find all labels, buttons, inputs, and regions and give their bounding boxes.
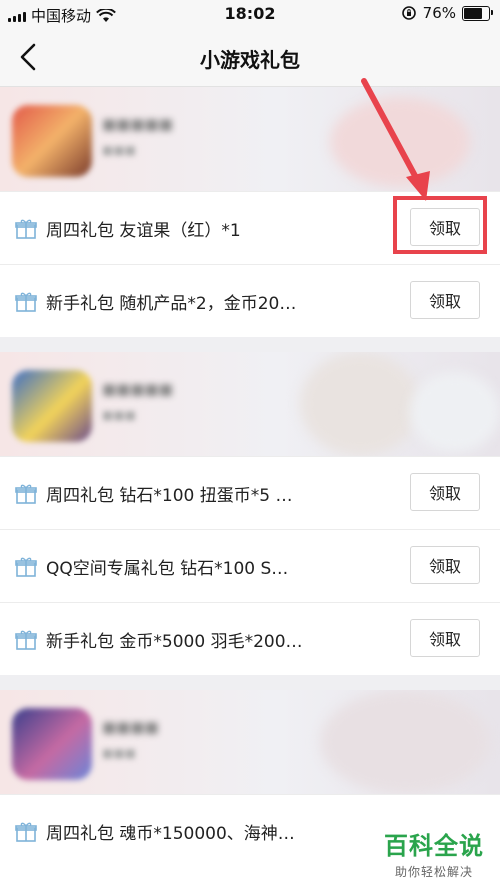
status-bar: 中国移动 18:02 76% — [0, 0, 500, 28]
watermark-title: 百科全说 — [384, 832, 484, 860]
gift-row: 新手礼包 金币*5000 羽毛*200… 领取 — [0, 602, 500, 675]
gift-row: 新手礼包 随机产品*2，金币20… 领取 — [0, 264, 500, 337]
gift-icon — [15, 822, 37, 842]
game-header[interactable]: ■■■■■ ■■■ — [0, 352, 500, 456]
battery-percent: 76% — [422, 4, 456, 22]
gift-icon — [15, 484, 37, 504]
game-card: ■■■■■ ■■■ 周四礼包 钻石*100 扭蛋币*5 … 领取 QQ空间专属礼… — [0, 352, 500, 675]
game-name: ■■■■■ — [102, 115, 173, 133]
game-header[interactable]: ■■■■ ■■■ — [0, 690, 500, 794]
gift-description: 新手礼包 随机产品*2，金币20… — [46, 294, 297, 314]
claim-button[interactable]: 领取 — [410, 546, 480, 584]
game-card: ■■■■■ ■■■ 周四礼包 友谊果（红）*1 领取 新手礼包 随机产品*2，金… — [0, 87, 500, 337]
game-name: ■■■■ — [102, 718, 159, 736]
game-header[interactable]: ■■■■■ ■■■ — [0, 87, 500, 191]
gift-description: 周四礼包 友谊果（红）*1 — [46, 221, 241, 241]
game-icon — [12, 370, 92, 442]
gift-row: QQ空间专属礼包 钻石*100 S… 领取 — [0, 529, 500, 602]
claim-button[interactable]: 领取 — [410, 281, 480, 319]
page-title: 小游戏礼包 — [200, 48, 300, 72]
game-name: ■■■■■ — [102, 380, 173, 398]
gift-description: 新手礼包 金币*5000 羽毛*200… — [46, 632, 303, 652]
nav-bar: 小游戏礼包 — [0, 28, 500, 87]
game-subtitle: ■■■ — [102, 746, 137, 760]
gift-row: 周四礼包 钻石*100 扭蛋币*5 … 领取 — [0, 456, 500, 529]
game-subtitle: ■■■ — [102, 143, 137, 157]
gift-description: 周四礼包 魂币*150000、海神… — [46, 824, 295, 844]
gift-icon — [15, 630, 37, 650]
watermark-subtitle: 助你轻松解决 — [394, 865, 473, 879]
claim-button[interactable]: 领取 — [410, 473, 480, 511]
gift-icon — [15, 219, 37, 239]
gift-description: 周四礼包 钻石*100 扭蛋币*5 … — [46, 486, 293, 506]
game-icon — [12, 105, 92, 177]
claim-button[interactable]: 领取 — [410, 208, 480, 246]
gift-icon — [15, 557, 37, 577]
orientation-lock-icon — [401, 6, 416, 20]
battery-icon — [462, 5, 493, 21]
game-icon — [12, 708, 92, 780]
watermark: 百科全说 助你轻松解决 — [384, 826, 484, 880]
gift-icon — [15, 292, 37, 312]
gift-row: 周四礼包 友谊果（红）*1 领取 — [0, 191, 500, 264]
gift-description: QQ空间专属礼包 钻石*100 S… — [46, 559, 289, 579]
game-subtitle: ■■■ — [102, 408, 137, 422]
claim-button[interactable]: 领取 — [410, 619, 480, 657]
